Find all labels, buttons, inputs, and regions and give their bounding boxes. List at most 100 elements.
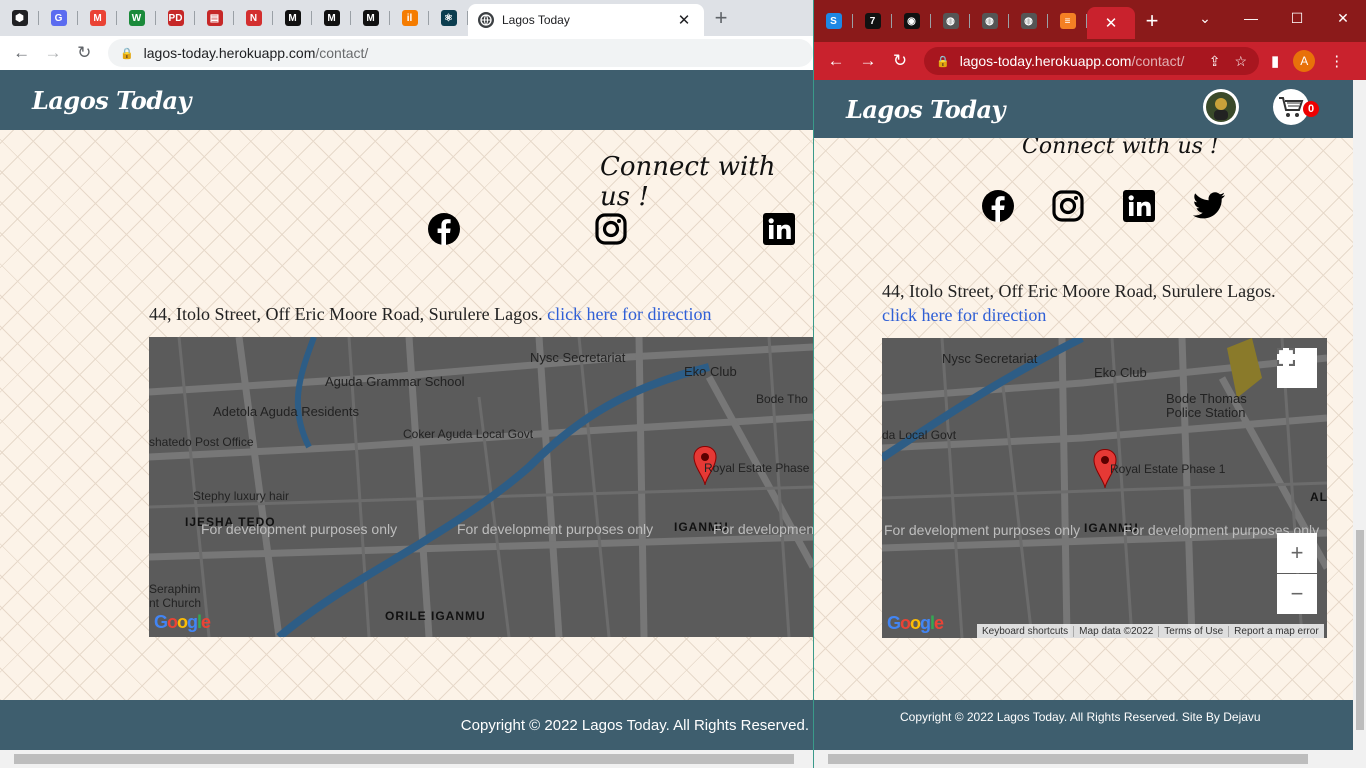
map-roads (882, 338, 1327, 638)
pinned-tab[interactable]: il (390, 0, 429, 36)
zoom-out-button[interactable]: − (1277, 574, 1317, 614)
forward-icon[interactable]: → (37, 43, 68, 63)
keyboard-shortcuts-link[interactable]: Keyboard shortcuts (977, 625, 1075, 637)
user-avatar[interactable] (1203, 89, 1239, 125)
close-tab-icon[interactable]: ✕ (674, 11, 694, 29)
map-label: Nysc Secretariat (530, 350, 626, 365)
pinned-tab[interactable]: N (234, 0, 273, 36)
google-map[interactable]: Nysc Secretariat Eko Club Bode Thomas Polic… (882, 338, 1327, 638)
url-path: /contact/ (315, 45, 369, 61)
pinned-tab[interactable]: ⬢ (0, 0, 39, 36)
fullscreen-button[interactable] (1277, 348, 1317, 388)
pinned-tab[interactable]: W (117, 0, 156, 36)
close-window-icon[interactable]: ✕ (1320, 10, 1366, 27)
pinned-tab[interactable]: M (312, 0, 351, 36)
medium-icon: M (323, 10, 340, 26)
pinned-tab[interactable]: M (351, 0, 390, 36)
dev-notice: For development purposes only (201, 521, 398, 537)
instagram-icon[interactable] (1051, 189, 1085, 223)
pinned-tab[interactable]: G (39, 0, 78, 36)
direction-link[interactable]: click here for direction (882, 305, 1046, 325)
page-content: Connect with us ! 44, Itolo Street, Off … (0, 130, 813, 700)
reload-icon[interactable]: ↻ (69, 43, 100, 63)
new-tab-button[interactable]: + (704, 0, 738, 36)
map-roads (149, 337, 813, 637)
terms-link[interactable]: Terms of Use (1159, 625, 1230, 637)
minimize-icon[interactable]: — (1228, 10, 1274, 26)
active-tab[interactable]: Lagos Today ✕ (468, 4, 704, 36)
pinned-tab[interactable]: 7 (853, 3, 892, 39)
reload-icon[interactable]: ↻ (884, 51, 916, 71)
tab-title: Lagos Today (502, 13, 570, 27)
globe-icon: ◍ (942, 13, 959, 29)
linkedin-icon[interactable] (1122, 189, 1156, 223)
close-tab-icon[interactable]: ✕ (1101, 14, 1121, 32)
pinned-tab[interactable]: ◍ (1009, 3, 1048, 39)
site-logo[interactable]: Lagos Today (846, 95, 1005, 124)
map-label: Police Station (1166, 405, 1246, 420)
back-icon[interactable]: ← (820, 51, 852, 71)
pinned-tab[interactable]: ⚛ (429, 0, 468, 36)
connect-heading: Connect with us ! (600, 152, 776, 212)
menu-icon[interactable]: ⋮ (1329, 52, 1344, 70)
browser-toolbar: ← → ↻ 🔒 lagos-today.herokuapp.com/contac… (814, 42, 1366, 80)
right-browser-window: S 7 ◉ ◍ ◍ ◍ ≡ ✕ + ⌄ — ☐ ✕ ← → ↻ 🔒 lagos-today.… (813, 0, 1366, 768)
lock-icon: 🔒 (936, 55, 950, 68)
url-path: /contact/ (1131, 53, 1185, 69)
linkedin-icon[interactable] (762, 212, 796, 246)
new-tab-button[interactable]: + (1135, 3, 1169, 39)
address-text: 44, Itolo Street, Off Eric Moore Road, S… (882, 279, 1276, 327)
dev-notice: For development purposes only (713, 521, 813, 537)
map-label: Bode Tho (756, 392, 808, 406)
pinned-tab[interactable]: M (273, 0, 312, 36)
connect-heading: Connect with us ! (1022, 138, 1219, 159)
direction-link[interactable]: click here for direction (547, 304, 711, 324)
react-icon: ⚛ (440, 10, 457, 26)
github-icon: ◉ (903, 13, 920, 29)
map-label: shatedo Post Office (149, 435, 254, 449)
report-error-link[interactable]: Report a map error (1229, 626, 1323, 637)
zoom-in-button[interactable]: + (1277, 533, 1317, 573)
instagram-icon[interactable] (594, 212, 628, 246)
gmail-icon: M (89, 10, 106, 26)
pinned-tab[interactable]: ▤ (195, 0, 234, 36)
facebook-icon[interactable] (981, 189, 1015, 223)
tab-search-icon[interactable]: ⌄ (1182, 10, 1228, 27)
pinned-tab[interactable]: ≡ (1048, 3, 1087, 39)
pinned-tab[interactable]: S (814, 3, 853, 39)
address-bar[interactable]: 🔒 lagos-today.herokuapp.com/contact/ (107, 39, 813, 67)
map-label: Royal Estate Phase 1 (1110, 462, 1226, 476)
pinned-tab[interactable]: ◍ (970, 3, 1009, 39)
site-logo[interactable]: Lagos Today (32, 86, 191, 115)
site-header: Lagos Today (0, 70, 813, 130)
medium-icon: M (284, 10, 301, 26)
maximize-icon[interactable]: ☐ (1274, 10, 1320, 27)
page-content: Connect with us ! 44, Itolo Street, Off … (814, 138, 1366, 700)
pinned-tab[interactable]: ◉ (892, 3, 931, 39)
address-bar[interactable]: 🔒 lagos-today.herokuapp.com/contact/ ⇪ ☆ (924, 47, 1259, 75)
active-tab[interactable]: ✕ (1087, 7, 1135, 39)
slides-icon: ▤ (206, 10, 223, 26)
forward-icon[interactable]: → (852, 51, 884, 71)
facebook-icon[interactable] (427, 212, 461, 246)
address-line: 44, Itolo Street, Off Eric Moore Road, S… (149, 304, 543, 324)
map-label: Seraphim (149, 582, 201, 596)
pinned-tab[interactable]: M (78, 0, 117, 36)
profile-avatar[interactable]: A (1293, 50, 1316, 72)
bookmark-star-icon[interactable]: ☆ (1234, 53, 1247, 70)
side-panel-icon[interactable]: ▮ (1271, 52, 1279, 70)
s-icon: S (825, 13, 842, 29)
google-map[interactable]: Nysc Secretariat Eko Club Aguda Grammar Sc… (149, 337, 813, 637)
back-icon[interactable]: ← (6, 43, 37, 63)
pinned-tab[interactable]: ◍ (931, 3, 970, 39)
address-line: 44, Itolo Street, Off Eric Moore Road, S… (882, 281, 1276, 301)
horizontal-scrollbar[interactable] (814, 750, 1366, 768)
vertical-scrollbar[interactable] (1353, 80, 1366, 750)
twitter-icon[interactable] (1192, 189, 1226, 223)
pinned-tab[interactable]: PD (156, 0, 195, 36)
url-host: lagos-today.herokuapp.com (959, 53, 1132, 69)
horizontal-scrollbar[interactable] (0, 750, 813, 768)
map-label: nt Church (149, 596, 202, 610)
pinned-tabs: S 7 ◉ ◍ ◍ ◍ ≡ (814, 3, 1087, 39)
share-icon[interactable]: ⇪ (1209, 53, 1221, 70)
